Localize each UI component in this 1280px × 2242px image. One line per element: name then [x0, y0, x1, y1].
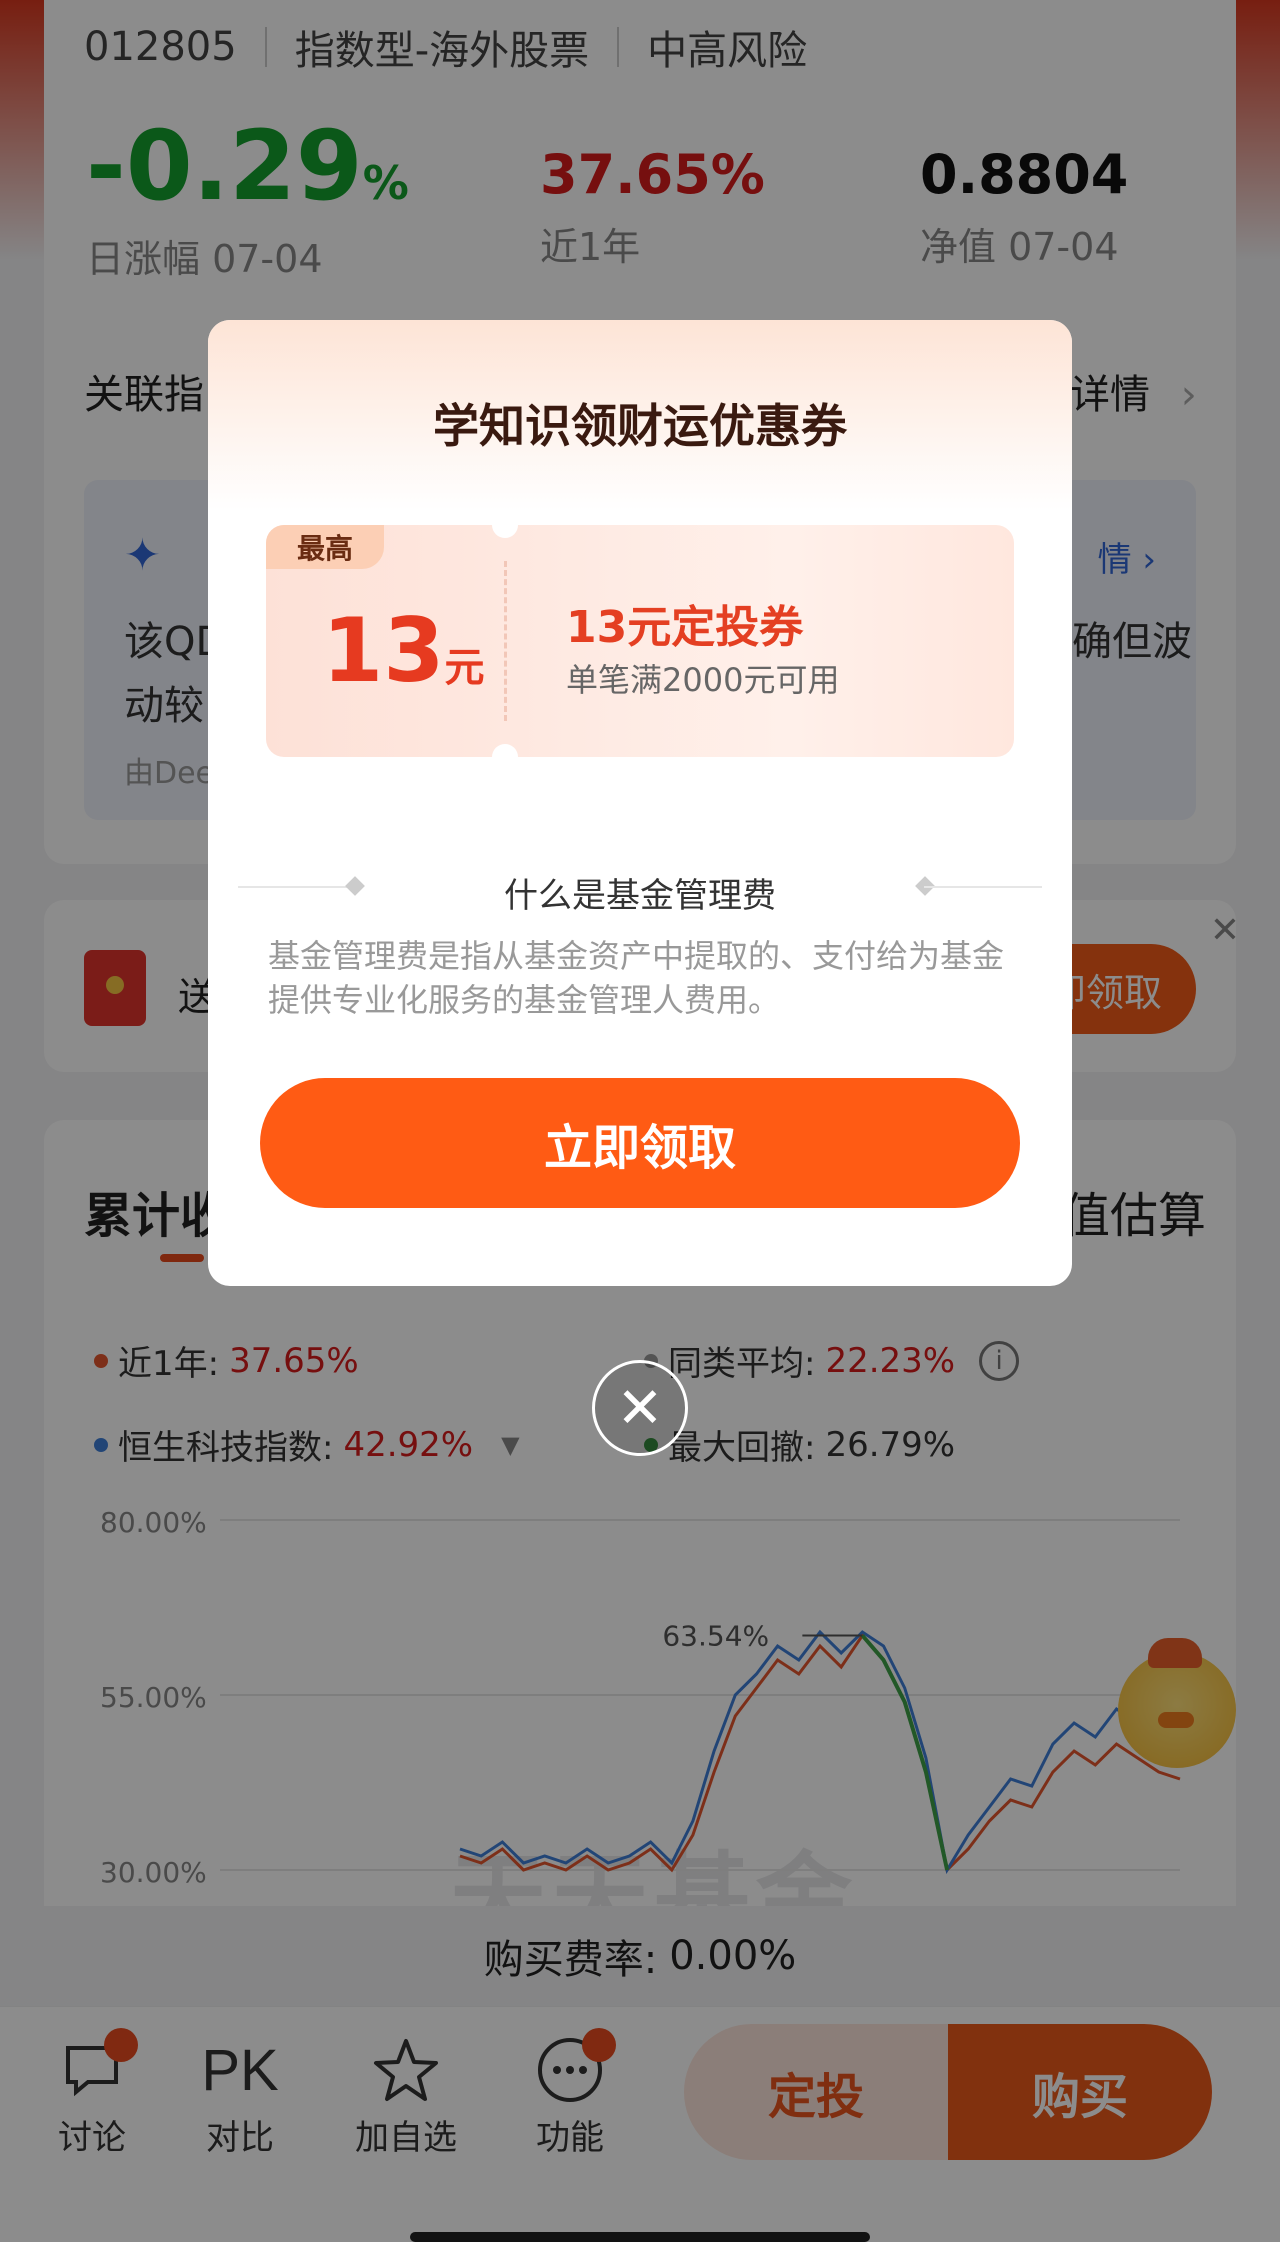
coupon-tag: 最高 [266, 525, 384, 569]
coupon-modal: 学知识领财运优惠券 最高 13元 13元定投券 单笔满2000元可用 什么是基金… [208, 320, 1072, 1286]
coupon-amount-number: 13 [322, 599, 445, 702]
coupon-notch [492, 512, 518, 538]
coupon-name: 13元定投券 [566, 602, 804, 653]
coupon-card: 最高 13元 13元定投券 单笔满2000元可用 [266, 512, 1014, 770]
coupon-notch [492, 744, 518, 770]
section-rule-right [924, 886, 1042, 888]
coupon-amount-unit: 元 [444, 645, 485, 691]
section-body: 基金管理费是指从基金资产中提取的、支付给为基金提供专业化服务的基金管理人费用。 [268, 937, 1005, 1019]
coupon-condition: 单笔满2000元可用 [566, 661, 840, 699]
modal-close-icon[interactable]: ✕ [592, 1360, 688, 1456]
claim-now-button[interactable]: 立即领取 [260, 1078, 1020, 1208]
coupon-divider [504, 561, 507, 721]
section-title: 什么是基金管理费 [504, 876, 776, 916]
modal-title: 学知识领财运优惠券 [433, 399, 847, 453]
coupon-amount: 13元 [322, 599, 484, 702]
